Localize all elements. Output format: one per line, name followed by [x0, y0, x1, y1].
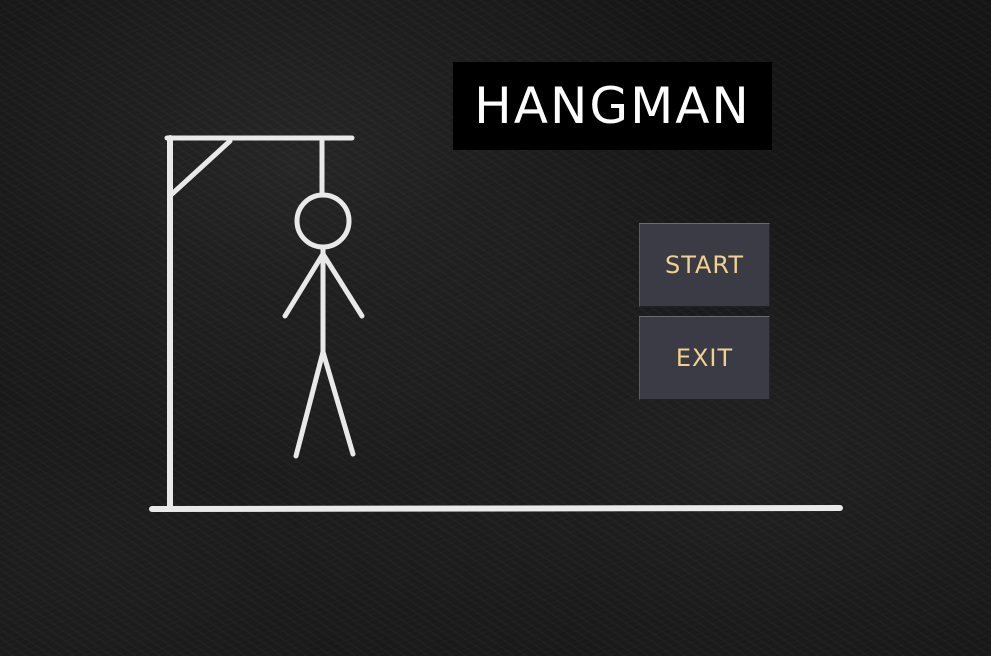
- ground-line: [149, 505, 843, 512]
- start-button-label: START: [664, 251, 745, 279]
- game-title: HANGMAN: [474, 77, 751, 135]
- gallows-brace: [169, 138, 233, 197]
- chalkboard-background: HANGMAN START EXIT: [0, 0, 991, 656]
- hangman-right-leg: [320, 349, 356, 457]
- exit-button[interactable]: EXIT: [639, 316, 770, 400]
- title-banner: HANGMAN: [453, 62, 772, 150]
- hangman-left-arm: [282, 251, 326, 319]
- hangman-left-leg: [293, 349, 326, 459]
- start-button[interactable]: START: [639, 223, 770, 307]
- hangman-head: [294, 192, 352, 250]
- hangman-right-arm: [320, 251, 365, 319]
- exit-button-label: EXIT: [675, 344, 734, 372]
